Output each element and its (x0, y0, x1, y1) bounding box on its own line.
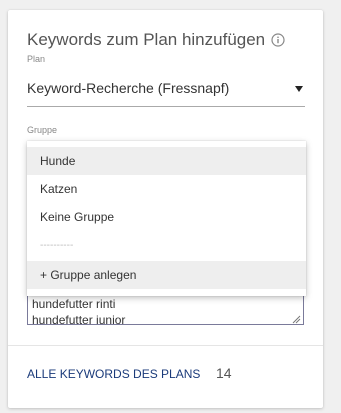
all-keywords-link[interactable]: ALLE KEYWORDS DES PLANS (27, 367, 200, 381)
group-dropdown-menu: Hunde Katzen Keine Gruppe ---------- + G… (27, 141, 306, 296)
keyword-count: 14 (216, 365, 232, 381)
info-circle-icon[interactable] (271, 33, 285, 47)
resize-handle-icon[interactable] (291, 312, 301, 324)
keyword-line: hundefutter rinti (32, 297, 116, 311)
title-row: Keywords zum Plan hinzufügen (27, 29, 285, 51)
dialog-title: Keywords zum Plan hinzufügen (27, 30, 266, 49)
group-label: Gruppe (27, 125, 58, 135)
dropdown-option-keine-gruppe[interactable]: Keine Gruppe (27, 203, 306, 231)
keyword-line: hundefutter junior (32, 313, 126, 325)
dropdown-option-hunde[interactable]: Hunde (27, 147, 306, 175)
dropdown-separator: ---------- (40, 240, 74, 251)
plan-label: Plan (27, 54, 46, 64)
caret-down-icon (295, 86, 303, 92)
dropdown-option-create-group[interactable]: + Gruppe anlegen (27, 261, 306, 289)
plan-select[interactable]: Keyword-Recherche (Fressnapf) (27, 74, 305, 107)
plan-select-value: Keyword-Recherche (Fressnapf) (27, 80, 230, 96)
dropdown-option-katzen[interactable]: Katzen (27, 175, 306, 203)
footer-divider (8, 345, 323, 346)
